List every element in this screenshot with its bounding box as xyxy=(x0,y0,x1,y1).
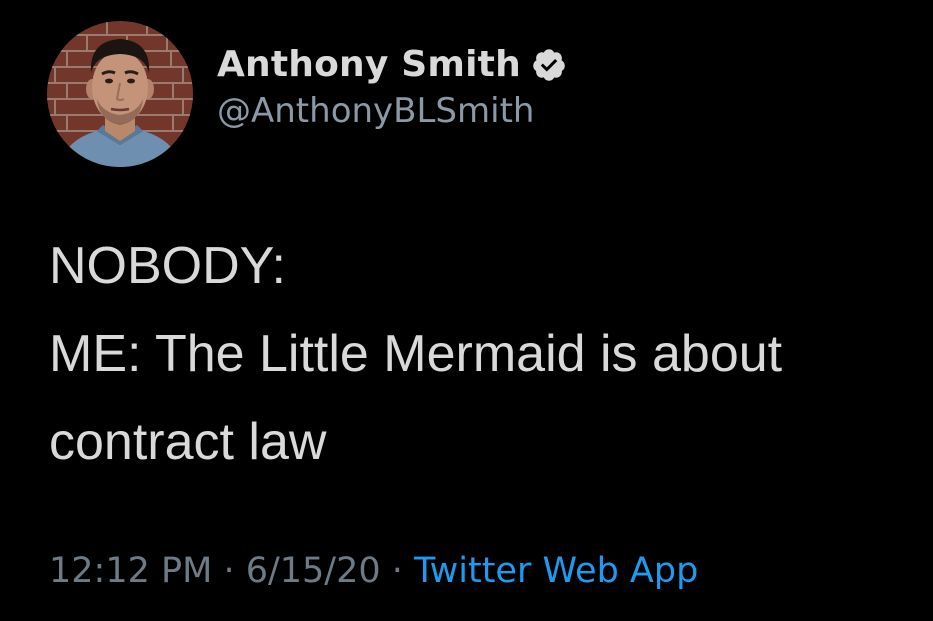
tweet-card: Anthony Smith @AnthonyBLSmith NOBODY: ME… xyxy=(0,0,933,621)
author-display-name[interactable]: Anthony Smith xyxy=(217,43,521,87)
avatar[interactable] xyxy=(47,21,193,167)
author-handle[interactable]: @AnthonyBLSmith xyxy=(217,89,567,133)
author-names: Anthony Smith @AnthonyBLSmith xyxy=(217,43,567,133)
tweet-meta: 12:12 PM · 6/15/20 · Twitter Web App xyxy=(49,546,698,596)
tweet-source-link[interactable]: Twitter Web App xyxy=(414,551,698,591)
tweet-text-line: ME: The Little Mermaid is about xyxy=(49,325,783,383)
tweet-header: Anthony Smith @AnthonyBLSmith xyxy=(47,21,567,167)
name-row: Anthony Smith xyxy=(217,43,567,87)
meta-separator: · xyxy=(391,551,415,591)
avatar-image xyxy=(47,21,193,167)
verified-badge-icon xyxy=(531,47,567,83)
tweet-text-line: NOBODY: xyxy=(49,237,286,295)
tweet-text-line: contract law xyxy=(49,413,327,471)
tweet-time[interactable]: 12:12 PM xyxy=(49,551,212,591)
tweet-date[interactable]: 6/15/20 xyxy=(246,551,381,591)
meta-separator: · xyxy=(223,551,246,591)
tweet-text: NOBODY: ME: The Little Mermaid is about … xyxy=(49,222,919,486)
